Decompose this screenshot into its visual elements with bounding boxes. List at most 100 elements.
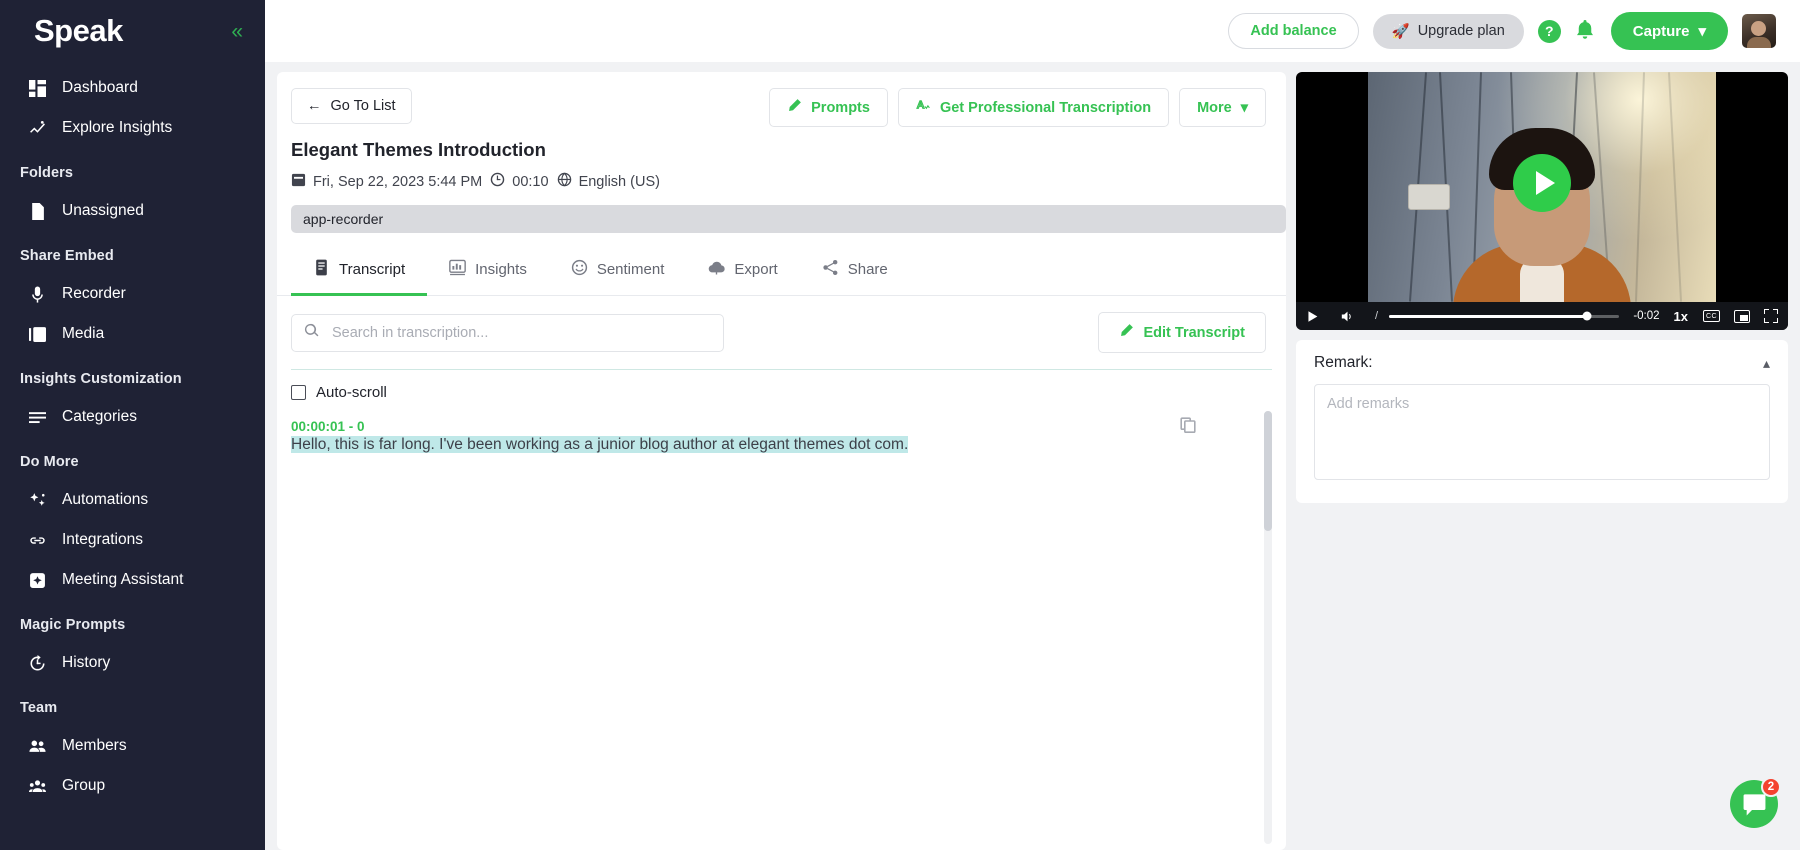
sidebar-item-integrations[interactable]: Integrations (0, 520, 265, 560)
sidebar-item-label: History (62, 654, 111, 671)
sidebar-item-label: Integrations (62, 531, 143, 548)
microphone-icon (28, 285, 46, 303)
sidebar-item-media[interactable]: Media (0, 314, 265, 354)
remark-panel: Remark: ▴ (1296, 340, 1788, 503)
transcript-scrollbar[interactable] (1264, 411, 1272, 844)
tab-transcript[interactable]: Transcript (291, 247, 428, 296)
sidebar-item-members[interactable]: Members (0, 726, 265, 766)
sidebar-section-team: Team (20, 700, 58, 716)
chat-bubble-icon[interactable]: 2 (1730, 777, 1781, 828)
explore-insights-icon (28, 119, 46, 137)
more-button[interactable]: More ▾ (1179, 88, 1266, 127)
meta-date: Fri, Sep 22, 2023 5:44 PM (291, 172, 482, 191)
auto-scroll-checkbox[interactable] (291, 385, 306, 400)
pencil-sparkle-icon (787, 98, 802, 117)
capture-button[interactable]: Capture ▾ (1610, 12, 1728, 50)
remark-textarea[interactable] (1314, 384, 1770, 480)
transcript-icon (313, 259, 330, 280)
meta-language-label: English (US) (578, 173, 660, 190)
tab-label: Share (847, 261, 888, 278)
sidebar-section-insights-customization: Insights Customization (20, 371, 182, 387)
tab-sentiment[interactable]: Sentiment (549, 247, 687, 296)
get-transcription-label: Get Professional Transcription (939, 99, 1152, 116)
tab-insights[interactable]: Insights (427, 247, 549, 296)
prompts-button[interactable]: Prompts (769, 88, 888, 127)
chevron-down-icon: ▾ (1698, 23, 1706, 40)
scrollbar-thumb[interactable] (1264, 411, 1272, 531)
chat-badge: 2 (1761, 777, 1781, 797)
tab-share[interactable]: Share (800, 247, 910, 296)
upgrade-plan-button[interactable]: 🚀 Upgrade plan (1372, 13, 1524, 49)
time-separator: / (1375, 310, 1379, 322)
sidebar-item-group[interactable]: Group (0, 766, 265, 806)
copy-icon[interactable] (1180, 417, 1196, 438)
document-meta: Fri, Sep 22, 2023 5:44 PM 00:10 English … (291, 172, 1286, 191)
sidebar-item-automations[interactable]: Automations (0, 480, 265, 520)
tab-label: Export (734, 261, 778, 278)
chevrons-left-icon[interactable]: « (231, 21, 243, 42)
sidebar-item-history[interactable]: History (0, 643, 265, 683)
tab-label: Transcript (339, 261, 406, 278)
insights-icon (449, 259, 466, 280)
chevron-up-icon[interactable]: ▴ (1763, 355, 1770, 372)
sidebar-item-label: Categories (62, 408, 137, 425)
status-badge[interactable]: app-recorder (291, 205, 1286, 233)
segment-text[interactable]: Hello, this is far long. I've been worki… (291, 436, 909, 453)
play-circle-icon[interactable] (1513, 153, 1571, 212)
prompts-label: Prompts (811, 99, 870, 116)
card-toolbar: ← Go To List Prompts Get Professional Tr… (277, 72, 1286, 127)
chevron-down-icon: ▾ (1240, 99, 1248, 116)
sidebar-item-explore-insights[interactable]: Explore Insights (0, 108, 265, 148)
sidebar-item-meeting-assistant[interactable]: Meeting Assistant (0, 560, 265, 600)
sidebar-item-dashboard[interactable]: Dashboard (0, 68, 265, 108)
sentiment-icon (571, 259, 588, 280)
sidebar-item-unassigned[interactable]: Unassigned (0, 191, 265, 231)
auto-scroll-row: Auto-scroll (277, 370, 1286, 401)
help-icon[interactable]: ? (1537, 19, 1561, 43)
add-balance-button[interactable]: Add balance (1228, 13, 1359, 49)
bell-icon[interactable] (1575, 20, 1597, 42)
sidebar-section-share-embed: Share Embed (20, 248, 114, 264)
volume-icon[interactable] (1341, 310, 1354, 323)
captions-icon[interactable]: CC (1703, 310, 1720, 322)
sidebar-item-label: Meeting Assistant (62, 571, 184, 588)
go-to-list-button[interactable]: ← Go To List (291, 88, 412, 124)
sidebar: Speak « Dashboard Explore Insights Folde… (0, 0, 265, 850)
auto-scroll-label: Auto-scroll (316, 384, 387, 401)
sidebar-section-do-more: Do More (20, 454, 79, 470)
sidebar-item-recorder[interactable]: Recorder (0, 274, 265, 314)
tab-label: Sentiment (596, 261, 665, 278)
capture-label: Capture (1632, 22, 1690, 40)
progress-bar[interactable] (1389, 311, 1620, 321)
tab-label: Insights (475, 261, 527, 278)
go-to-list-label: Go To List (330, 98, 396, 114)
remark-title: Remark: (1314, 354, 1373, 371)
get-professional-transcription-button[interactable]: Get Professional Transcription (897, 88, 1170, 127)
transcript-card: ← Go To List Prompts Get Professional Tr… (277, 72, 1286, 850)
fullscreen-icon[interactable] (1764, 309, 1778, 323)
playback-speed-button[interactable]: 1x (1666, 309, 1696, 324)
avatar[interactable] (1742, 14, 1776, 48)
transcript-segment: 00:00:01 - 0 Hello, this is far long. I'… (291, 417, 1286, 456)
app-logo: Speak (34, 13, 123, 48)
edit-transcript-button[interactable]: Edit Transcript (1098, 312, 1266, 353)
calendar-icon (291, 172, 306, 191)
toolbar-actions: Prompts Get Professional Transcription M… (769, 88, 1266, 127)
search-input[interactable] (291, 313, 724, 352)
list-icon (28, 408, 46, 426)
meta-language: English (US) (557, 172, 660, 191)
search-icon (304, 323, 319, 343)
sidebar-header: Speak « (0, 0, 265, 62)
play-icon[interactable] (1306, 310, 1319, 323)
tab-export[interactable]: Export (686, 247, 799, 296)
sidebar-item-categories[interactable]: Categories (0, 397, 265, 437)
picture-in-picture-icon[interactable] (1734, 309, 1750, 323)
video-player[interactable]: / -0:02 1x CC (1296, 72, 1788, 330)
progress-knob[interactable] (1582, 311, 1592, 321)
sidebar-item-label: Group (62, 777, 106, 794)
arrow-left-icon: ← (307, 98, 322, 114)
remark-header: Remark: ▴ (1314, 354, 1770, 372)
page-title: Elegant Themes Introduction (291, 139, 546, 160)
meta-duration: 00:10 (490, 172, 549, 191)
history-icon (28, 654, 46, 672)
